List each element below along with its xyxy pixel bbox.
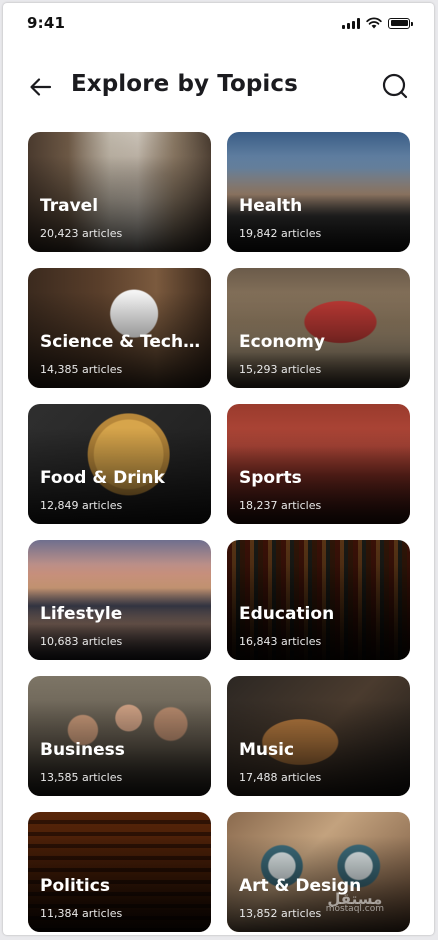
topic-article-count: 13,585 articles <box>40 771 123 784</box>
topic-title: Travel <box>40 196 99 216</box>
topic-title: Politics <box>40 876 110 896</box>
battery-icon <box>388 17 413 29</box>
topic-title: Science & Techno... <box>40 332 201 352</box>
search-button[interactable] <box>380 71 410 101</box>
watermark: مستقل mostaql.com <box>325 890 384 915</box>
topic-article-count: 10,683 articles <box>40 635 123 648</box>
topic-card-art-design[interactable]: Art & Design 13,852 articles مستقل mosta… <box>227 812 410 932</box>
topic-card-music[interactable]: Music 17,488 articles <box>227 676 410 796</box>
topic-card-economy[interactable]: Economy 15,293 articles <box>227 268 410 388</box>
wifi-icon <box>366 17 382 29</box>
topic-card-science-technology[interactable]: Science & Techno... 14,385 articles <box>28 268 211 388</box>
topic-article-count: 14,385 articles <box>40 363 123 376</box>
status-bar: 9:41 <box>3 3 434 47</box>
topic-article-count: 15,293 articles <box>239 363 322 376</box>
topic-article-count: 16,843 articles <box>239 635 322 648</box>
topic-article-count: 13,852 articles <box>239 907 322 920</box>
status-icons <box>342 17 413 29</box>
status-time: 9:41 <box>27 14 66 32</box>
page-title: Explore by Topics <box>71 71 298 97</box>
back-button[interactable] <box>27 73 55 101</box>
topics-grid: Travel 20,423 articles Health 19,842 art… <box>28 132 411 932</box>
topic-title: Food & Drink <box>40 468 165 488</box>
topic-title: Business <box>40 740 125 760</box>
topic-card-education[interactable]: Education 16,843 articles <box>227 540 410 660</box>
topic-title: Music <box>239 740 295 760</box>
topic-article-count: 20,423 articles <box>40 227 123 240</box>
topic-card-politics[interactable]: Politics 11,384 articles <box>28 812 211 932</box>
topic-article-count: 19,842 articles <box>239 227 322 240</box>
search-icon <box>382 73 408 99</box>
topic-article-count: 17,488 articles <box>239 771 322 784</box>
header: Explore by Topics <box>3 65 434 109</box>
topic-title: Sports <box>239 468 302 488</box>
topic-title: Economy <box>239 332 325 352</box>
topic-title: Education <box>239 604 335 624</box>
signal-icon <box>342 17 360 29</box>
phone-screen: 9:41 Explore by Topics Travel 20,423 art… <box>3 3 434 935</box>
topic-article-count: 18,237 articles <box>239 499 322 512</box>
topic-card-sports[interactable]: Sports 18,237 articles <box>227 404 410 524</box>
topic-card-health[interactable]: Health 19,842 articles <box>227 132 410 252</box>
topic-article-count: 11,384 articles <box>40 907 123 920</box>
topic-card-lifestyle[interactable]: Lifestyle 10,683 articles <box>28 540 211 660</box>
topic-title: Health <box>239 196 303 216</box>
watermark-latin: mostaql.com <box>325 904 384 914</box>
topic-article-count: 12,849 articles <box>40 499 123 512</box>
topic-card-food-drink[interactable]: Food & Drink 12,849 articles <box>28 404 211 524</box>
topic-card-travel[interactable]: Travel 20,423 articles <box>28 132 211 252</box>
topic-title: Lifestyle <box>40 604 123 624</box>
arrow-left-icon <box>30 78 52 96</box>
topic-card-business[interactable]: Business 13,585 articles <box>28 676 211 796</box>
watermark-arabic: مستقل <box>327 890 383 908</box>
